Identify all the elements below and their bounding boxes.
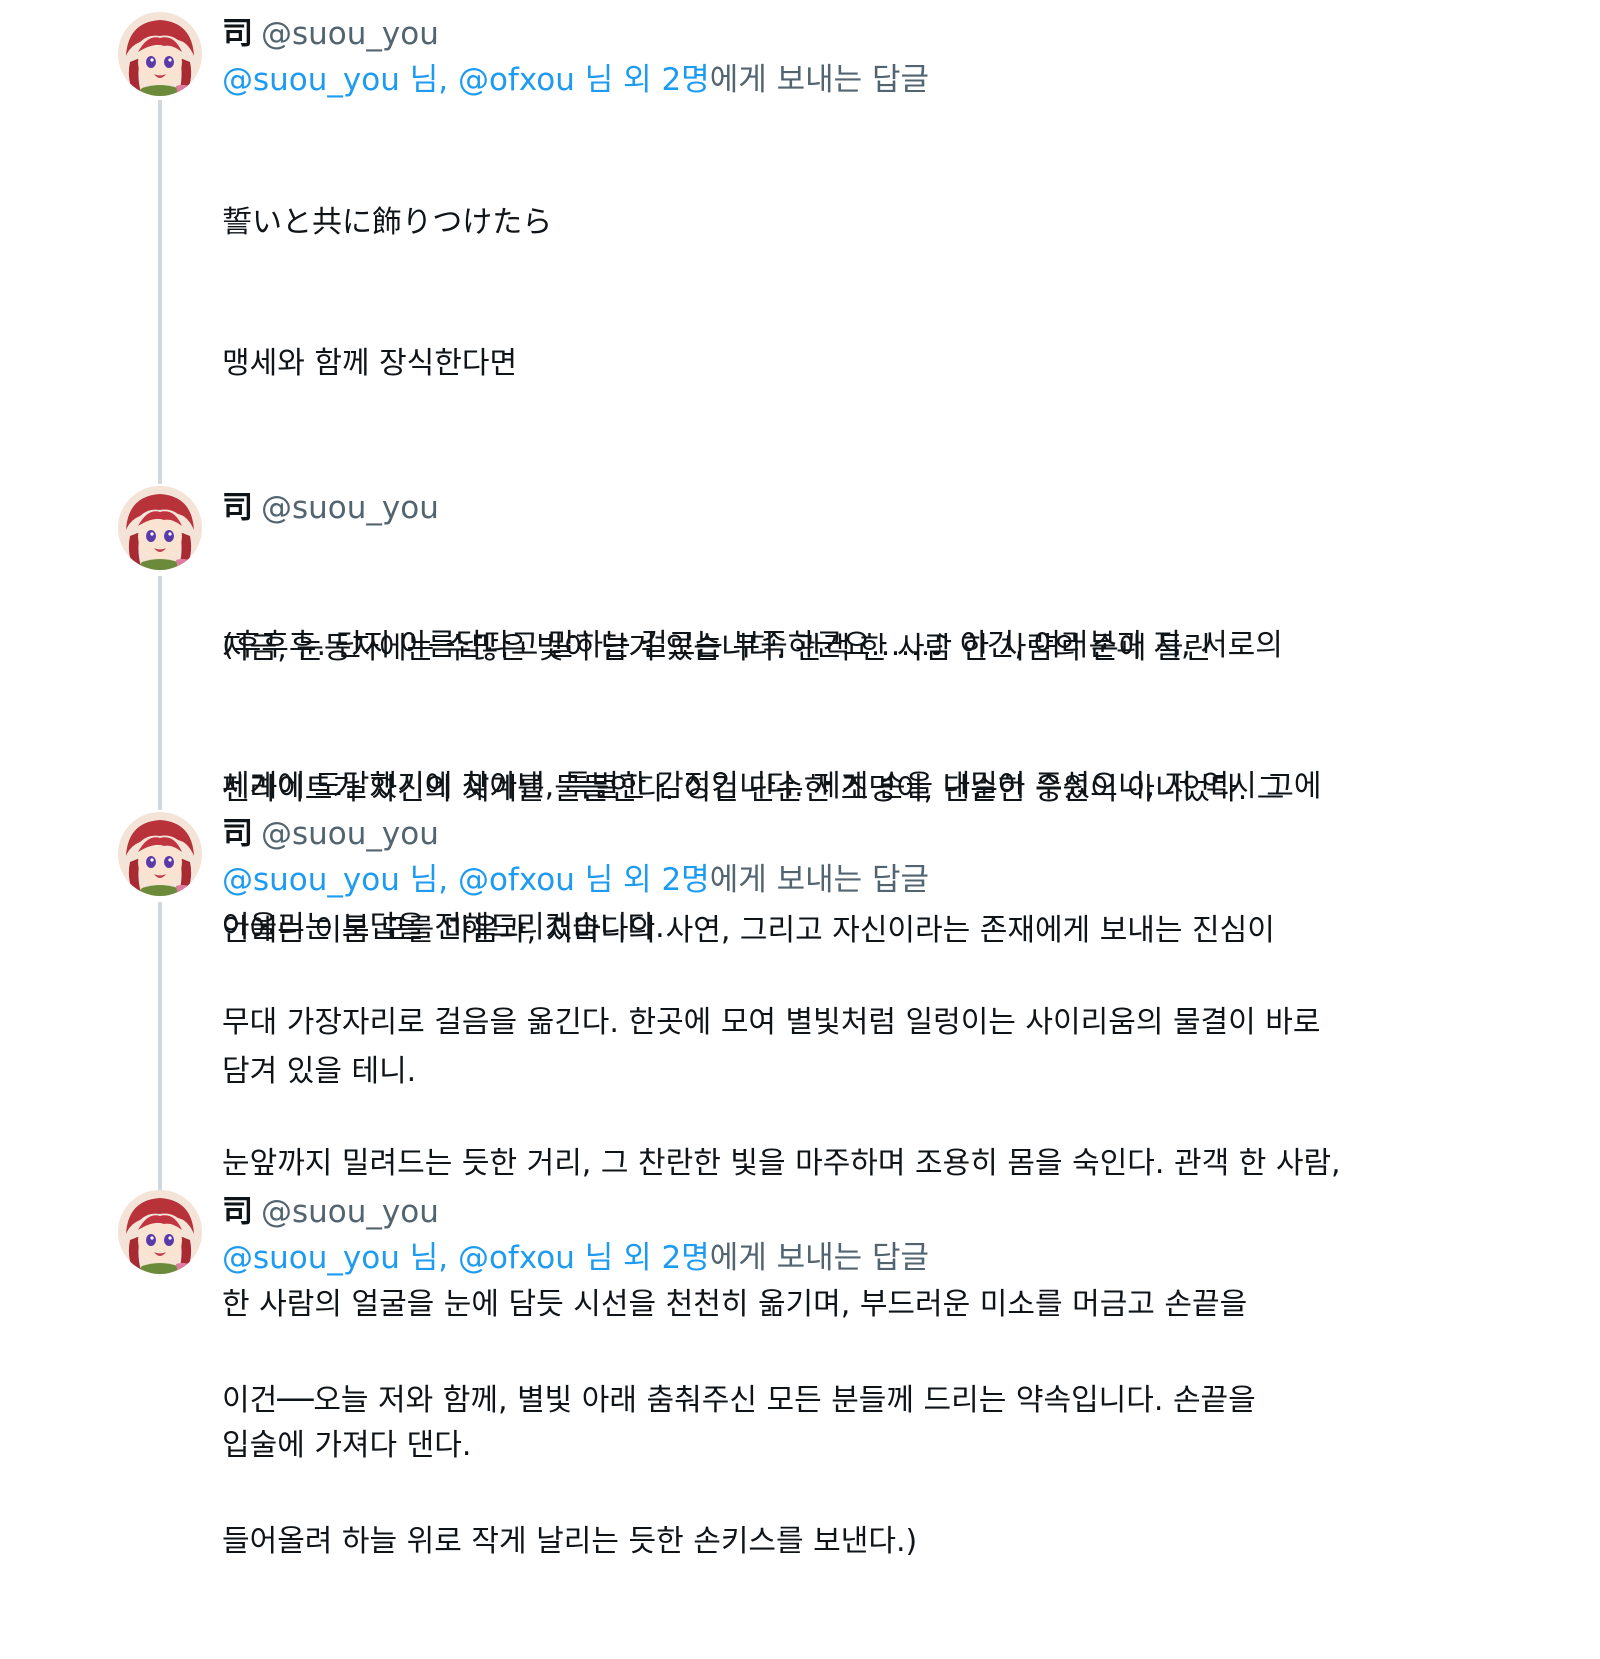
tweet-header: 司 @suou_you	[222, 12, 1482, 56]
avatar-image	[118, 812, 202, 896]
user-handle[interactable]: @suou_you	[261, 16, 439, 52]
reply-mention-link[interactable]: @ofxou 님 외 2명	[458, 862, 710, 898]
display-name[interactable]: 司	[222, 490, 253, 526]
avatar[interactable]	[118, 486, 202, 570]
avatar[interactable]	[118, 12, 202, 96]
reply-suffix: 에게 보내는 답글	[709, 62, 930, 98]
tweet-text-line: 誓いと共に飾りつけたら	[222, 205, 553, 240]
tweet-text-line: 무대 가장자리로 걸음을 옮긴다. 한곳에 모여 별빛처럼 일렁이는 사이리움의…	[222, 1005, 1321, 1040]
reply-mention-link[interactable]: @suou_you 님,	[222, 62, 458, 98]
reply-mention-link[interactable]: @ofxou 님 외 2명	[458, 62, 710, 98]
tweet-text-line: 맹세와 함께 장식한다면	[222, 346, 518, 381]
reply-mention-link[interactable]: @suou_you 님,	[222, 1240, 458, 1276]
reply-mention-link[interactable]: @suou_you 님,	[222, 862, 458, 898]
tweet-text-line: 눈앞까지 밀려드는 듯한 거리, 그 찬란한 빛을 마주하며 조용히 몸을 숙인…	[222, 1146, 1341, 1181]
avatar[interactable]	[118, 1190, 202, 1274]
tweet-header: 司 @suou_you	[222, 812, 1482, 856]
user-handle[interactable]: @suou_you	[261, 816, 439, 852]
reply-suffix: 에게 보내는 답글	[709, 1240, 930, 1276]
tweet-text-line: 펜라이트가 자신의 세계를 물들인다. 이건 단순한 조명이, 단순한 응원이 …	[222, 772, 1285, 807]
thread-line	[158, 100, 162, 484]
tweet-text-line: 지금, 눈동자에는 수많은 빛이 담겨 있습니다. 관객 한 사람 한 사람의 …	[222, 631, 1212, 666]
tweet-text-line: 이건──오늘 저와 함께, 별빛 아래 춤춰주신 모든 분들께 드리는 약속입니…	[222, 1383, 1256, 1418]
tweet-header: 司 @suou_you	[222, 1190, 1482, 1234]
avatar-image	[118, 486, 202, 570]
thread-line	[158, 576, 162, 810]
display-name[interactable]: 司	[222, 16, 253, 52]
tweet-text-line: 들어올려 하늘 위로 작게 날리는 듯한 손키스를 보낸다.)	[222, 1524, 918, 1559]
reply-context: @suou_you 님, @ofxou 님 외 2명에게 보내는 답글	[222, 56, 1482, 104]
display-name[interactable]: 司	[222, 816, 253, 852]
reply-mention-link[interactable]: @ofxou 님 외 2명	[458, 1240, 710, 1276]
tweet-text: 이건──오늘 저와 함께, 별빛 아래 춤춰주신 모든 분들께 드리는 약속입니…	[222, 1283, 1482, 1659]
avatar[interactable]	[118, 812, 202, 896]
reply-context: @suou_you 님, @ofxou 님 외 2명에게 보내는 답글	[222, 856, 1482, 904]
reply-context: @suou_you 님, @ofxou 님 외 2명에게 보내는 답글	[222, 1234, 1482, 1282]
avatar-image	[118, 1190, 202, 1274]
avatar-image	[118, 12, 202, 96]
user-handle[interactable]: @suou_you	[261, 1194, 439, 1230]
reply-suffix: 에게 보내는 답글	[709, 862, 930, 898]
tweet-header: 司 @suou_you	[222, 486, 1482, 530]
thread-line	[158, 902, 162, 1192]
user-handle[interactable]: @suou_you	[261, 490, 439, 526]
display-name[interactable]: 司	[222, 1194, 253, 1230]
